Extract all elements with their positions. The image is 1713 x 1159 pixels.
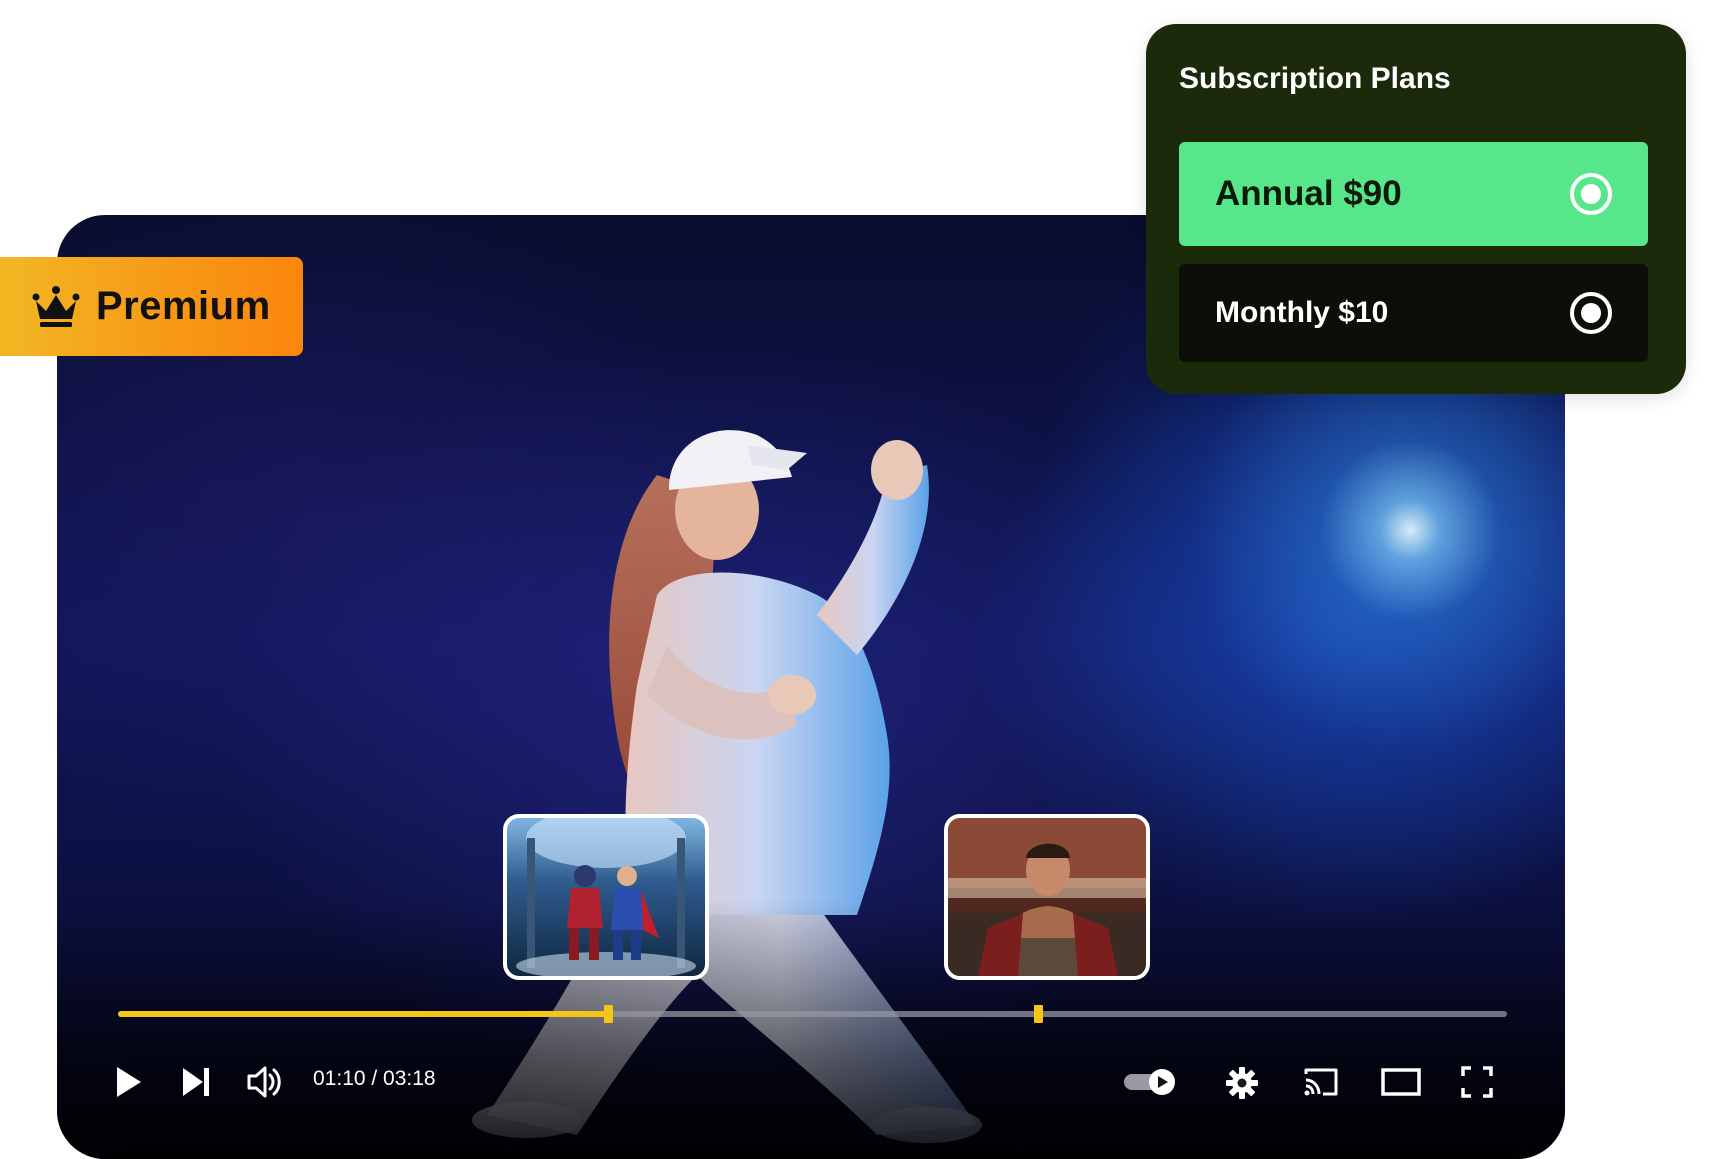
radio-icon[interactable]: [1570, 292, 1612, 334]
play-button[interactable]: [114, 1064, 144, 1100]
settings-icon: [1226, 1067, 1258, 1099]
subscription-panel: Subscription Plans Annual $90 Monthly $1…: [1146, 24, 1686, 394]
premium-label: Premium: [96, 284, 271, 328]
thumbnail-gladiator[interactable]: [944, 814, 1150, 980]
theater-mode-button[interactable]: [1380, 1066, 1422, 1098]
progress-scrubber[interactable]: [604, 1005, 614, 1023]
panel-title: Subscription Plans: [1179, 62, 1451, 95]
autoplay-toggle[interactable]: [1122, 1068, 1178, 1096]
gladiator-thumbnail: [948, 818, 1146, 976]
next-button[interactable]: [181, 1066, 211, 1098]
cast-button[interactable]: [1303, 1066, 1339, 1098]
settings-button[interactable]: [1225, 1066, 1259, 1100]
plan-option-annual[interactable]: Annual $90: [1179, 142, 1648, 246]
progress-fill: [118, 1011, 609, 1017]
superhero-duo-thumbnail: [516, 818, 696, 976]
progress-bar[interactable]: [118, 1005, 1507, 1023]
controls-gradient-overlay: [57, 899, 1565, 1159]
radio-selected-icon[interactable]: [1570, 173, 1612, 215]
skip-next-icon: [183, 1068, 209, 1096]
fullscreen-icon: [1461, 1066, 1493, 1098]
thumbnail-superhero-duo[interactable]: [503, 814, 709, 980]
plan-option-monthly[interactable]: Monthly $10: [1179, 264, 1648, 362]
cast-icon: [1304, 1068, 1338, 1096]
volume-button[interactable]: [246, 1064, 284, 1100]
fullscreen-button[interactable]: [1460, 1065, 1494, 1099]
plan-label: Monthly $10: [1215, 296, 1389, 329]
crown-icon: [32, 285, 80, 327]
volume-icon: [247, 1066, 281, 1098]
time-display: 01:10 / 03:18: [313, 1067, 436, 1090]
theater-mode-icon: [1381, 1068, 1421, 1096]
premium-badge: Premium: [0, 257, 303, 356]
chapter-marker[interactable]: [1033, 1005, 1043, 1023]
autoplay-toggle-icon: [1124, 1069, 1175, 1095]
play-icon: [117, 1067, 141, 1097]
plan-label: Annual $90: [1215, 174, 1402, 213]
